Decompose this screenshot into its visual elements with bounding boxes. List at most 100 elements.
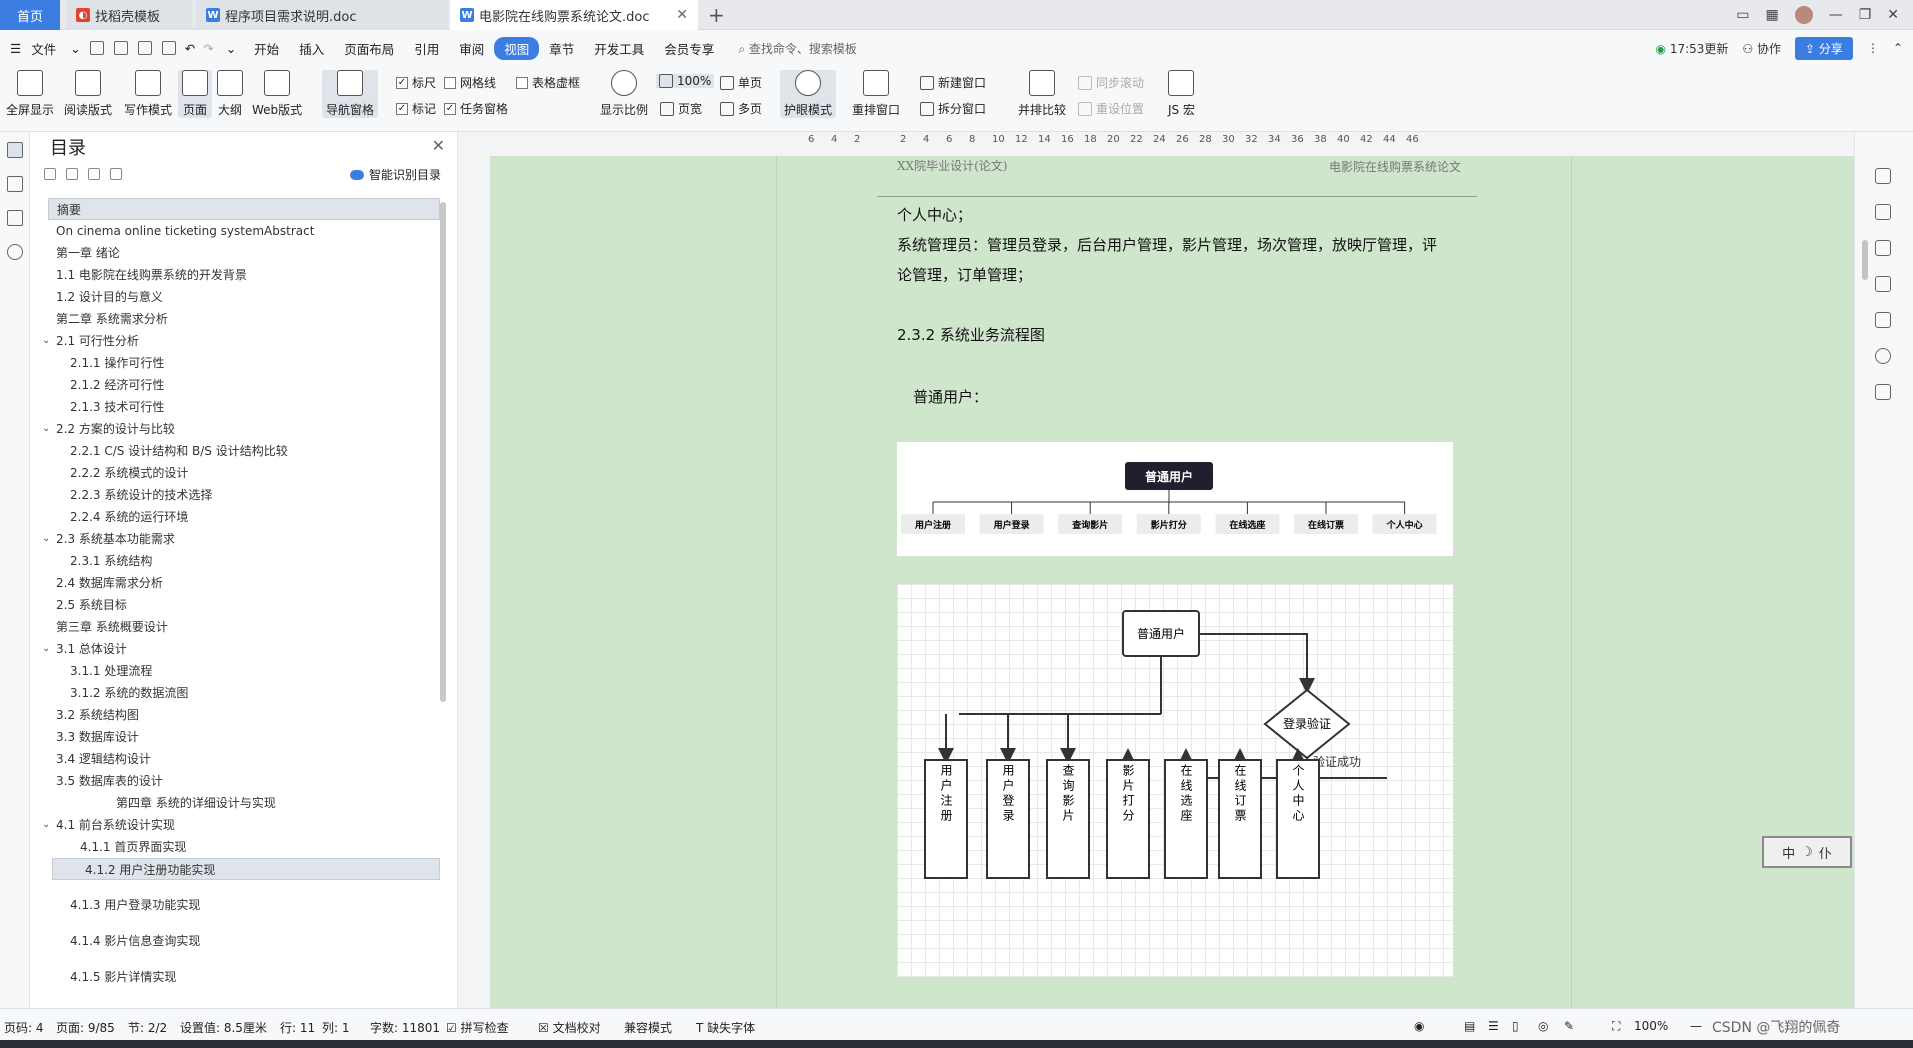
- chevron-down-icon[interactable]: ⌄: [42, 814, 50, 836]
- menu-reference[interactable]: 引用: [404, 39, 449, 58]
- chevron-down-icon[interactable]: ⌄: [42, 418, 50, 440]
- toc-item[interactable]: 1.2 设计目的与意义: [48, 286, 440, 308]
- toc-scrollbar[interactable]: [440, 202, 446, 702]
- ime-mode[interactable]: 中: [1782, 843, 1795, 862]
- redo-icon[interactable]: ↷: [199, 41, 217, 56]
- toc-item[interactable]: 3.2 系统结构图: [48, 704, 440, 726]
- toc-item[interactable]: 2.1.1 操作可行性: [48, 352, 440, 374]
- spell-check-button[interactable]: ☑ 拼写检查: [446, 1019, 509, 1036]
- ime-toolbar[interactable]: 中 ☽ 仆: [1762, 836, 1852, 868]
- multi-page-button[interactable]: 多页: [720, 100, 762, 117]
- outline-status-icon[interactable]: ☰: [1488, 1019, 1499, 1033]
- new-window-button[interactable]: 新建窗口: [920, 74, 986, 91]
- menu-review[interactable]: 审阅: [449, 39, 494, 58]
- writing-mode-button[interactable]: 写作模式: [124, 70, 172, 118]
- toc-item[interactable]: 摘要: [48, 198, 440, 220]
- writing-status-icon[interactable]: ✎: [1564, 1019, 1574, 1033]
- save-icon[interactable]: [89, 41, 104, 55]
- split-window-button[interactable]: 拆分窗口: [920, 100, 986, 117]
- restore-icon[interactable]: ❐: [1859, 7, 1872, 23]
- missing-font-button[interactable]: T 缺失字体: [696, 1019, 755, 1036]
- menu-start[interactable]: 开始: [244, 39, 289, 58]
- page-view-status-icon[interactable]: ▤: [1464, 1019, 1475, 1033]
- page-view-button[interactable]: 页面: [178, 70, 212, 118]
- rearrange-window-button[interactable]: 重排窗口: [852, 70, 900, 118]
- reading-mode-button[interactable]: 阅读版式: [64, 70, 112, 118]
- toc-item[interactable]: 2.2.4 系统的运行环境: [48, 506, 440, 528]
- smart-toc-button[interactable]: 智能识别目录: [349, 166, 441, 183]
- close-icon[interactable]: ✕: [432, 136, 445, 155]
- more-icon[interactable]: ⌄: [218, 41, 244, 56]
- cursor-icon[interactable]: [1875, 240, 1891, 256]
- print-icon[interactable]: [137, 41, 152, 55]
- toc-item[interactable]: 3.1.1 处理流程: [48, 660, 440, 682]
- toc-item[interactable]: 2.1.2 经济可行性: [48, 374, 440, 396]
- toc-item[interactable]: ⌄ 2.3 系统基本功能需求: [42, 528, 440, 550]
- apps-grid-icon[interactable]: ▦: [1765, 7, 1778, 23]
- eye-care-button[interactable]: 护眼模式: [780, 70, 837, 118]
- reading-status-icon[interactable]: ▯: [1512, 1019, 1519, 1033]
- toc-item[interactable]: 2.5 系统目标: [48, 594, 440, 616]
- tab-template[interactable]: ◐ 找稻壳模板: [66, 0, 192, 30]
- collapse-all-icon[interactable]: [66, 168, 78, 180]
- menu-page-layout[interactable]: 页面布局: [334, 39, 404, 58]
- single-page-button[interactable]: 单页: [720, 74, 762, 91]
- menu-view[interactable]: 视图: [494, 36, 540, 60]
- toc-item[interactable]: 4.1.4 影片信息查询实现: [48, 930, 440, 952]
- bookmark-icon[interactable]: [7, 210, 23, 226]
- page-width-button[interactable]: 页宽: [660, 100, 702, 117]
- export-pdf-icon[interactable]: [113, 41, 128, 55]
- toc-item[interactable]: On cinema online ticketing systemAbstrac…: [48, 220, 440, 242]
- outline-button[interactable]: 大纲: [217, 70, 243, 118]
- menu-file[interactable]: 文件: [31, 39, 66, 58]
- toc-item[interactable]: 3.1.2 系统的数据流图: [48, 682, 440, 704]
- fullscreen-button[interactable]: 全屏显示: [6, 70, 54, 118]
- horizontal-ruler[interactable]: 6 4 2 2 4 6 8 10 12 14 16 18 20 22 24 26 28 30 32 34 36 38 40 4…: [464, 132, 1854, 156]
- tab-home[interactable]: 首页: [0, 0, 60, 30]
- zoom-out-icon[interactable]: —: [1690, 1019, 1702, 1033]
- toc-item[interactable]: 2.3.1 系统结构: [48, 550, 440, 572]
- tab-requirements-doc[interactable]: W 程序项目需求说明.doc: [196, 0, 448, 30]
- toc-item[interactable]: 4.1.1 首页界面实现: [48, 836, 440, 858]
- chevron-down-icon[interactable]: ⌄: [42, 330, 50, 352]
- toc-item[interactable]: 4.1.2 用户注册功能实现: [52, 858, 440, 880]
- toc-item[interactable]: 4.1.5 影片详情实现: [48, 966, 440, 988]
- moon-icon[interactable]: ☽: [1801, 845, 1813, 860]
- vertical-ruler[interactable]: [458, 156, 480, 1008]
- chevron-down-icon[interactable]: ⌄: [42, 638, 50, 660]
- wand-icon[interactable]: [1875, 168, 1891, 184]
- edit-icon[interactable]: [1875, 204, 1891, 220]
- collab-button[interactable]: ⚇ 协作: [1742, 40, 1781, 57]
- sync-scroll-button[interactable]: 同步滚动: [1078, 74, 1144, 91]
- remove-heading-icon[interactable]: [110, 168, 122, 180]
- fit-page-icon[interactable]: ⛶: [1612, 1019, 1620, 1034]
- menu-dev-tools[interactable]: 开发工具: [584, 39, 654, 58]
- js-macro-button[interactable]: JS 宏: [1168, 70, 1195, 118]
- ruler-checkbox[interactable]: ✓ 标尺: [396, 74, 436, 91]
- print-preview-icon[interactable]: [161, 41, 176, 55]
- zoom-100-button[interactable]: 100%: [656, 74, 715, 88]
- nav-pane-button[interactable]: 导航窗格: [322, 70, 379, 118]
- close-window-icon[interactable]: ✕: [1887, 7, 1899, 23]
- menu-member[interactable]: 会员专享: [654, 39, 724, 58]
- toc-item[interactable]: 4.1.3 用户登录功能实现: [48, 894, 440, 916]
- menu-chapter[interactable]: 章节: [539, 39, 584, 58]
- toc-item[interactable]: ⌄ 2.2 方案的设计与比较: [42, 418, 440, 440]
- more-options-icon[interactable]: ⋮: [1867, 41, 1879, 55]
- toc-item[interactable]: 1.1 电影院在线购票系统的开发背景: [48, 264, 440, 286]
- reset-position-button[interactable]: 重设位置: [1078, 100, 1144, 117]
- sliders-icon[interactable]: [1875, 276, 1891, 292]
- avatar[interactable]: [1794, 6, 1813, 24]
- command-search[interactable]: ⌕ 查找命令、搜索模板: [738, 40, 857, 57]
- collapse-ribbon-icon[interactable]: ⌃: [1893, 41, 1903, 55]
- eye-care-status-icon[interactable]: ◉: [1414, 1019, 1424, 1033]
- toc-item[interactable]: 3.4 逻辑结构设计: [48, 748, 440, 770]
- book-open-icon[interactable]: [1875, 384, 1891, 400]
- document-scrollbar[interactable]: [1858, 140, 1872, 1000]
- scrollbar-thumb[interactable]: [1862, 240, 1868, 280]
- chevron-down-icon[interactable]: ⌄: [66, 41, 84, 56]
- toc-item[interactable]: ⌄ 2.1 可行性分析: [42, 330, 440, 352]
- menu-hamburger-icon[interactable]: ☰: [0, 41, 31, 56]
- window-switch-icon[interactable]: ▭: [1736, 7, 1749, 23]
- minimize-icon[interactable]: —: [1829, 7, 1843, 23]
